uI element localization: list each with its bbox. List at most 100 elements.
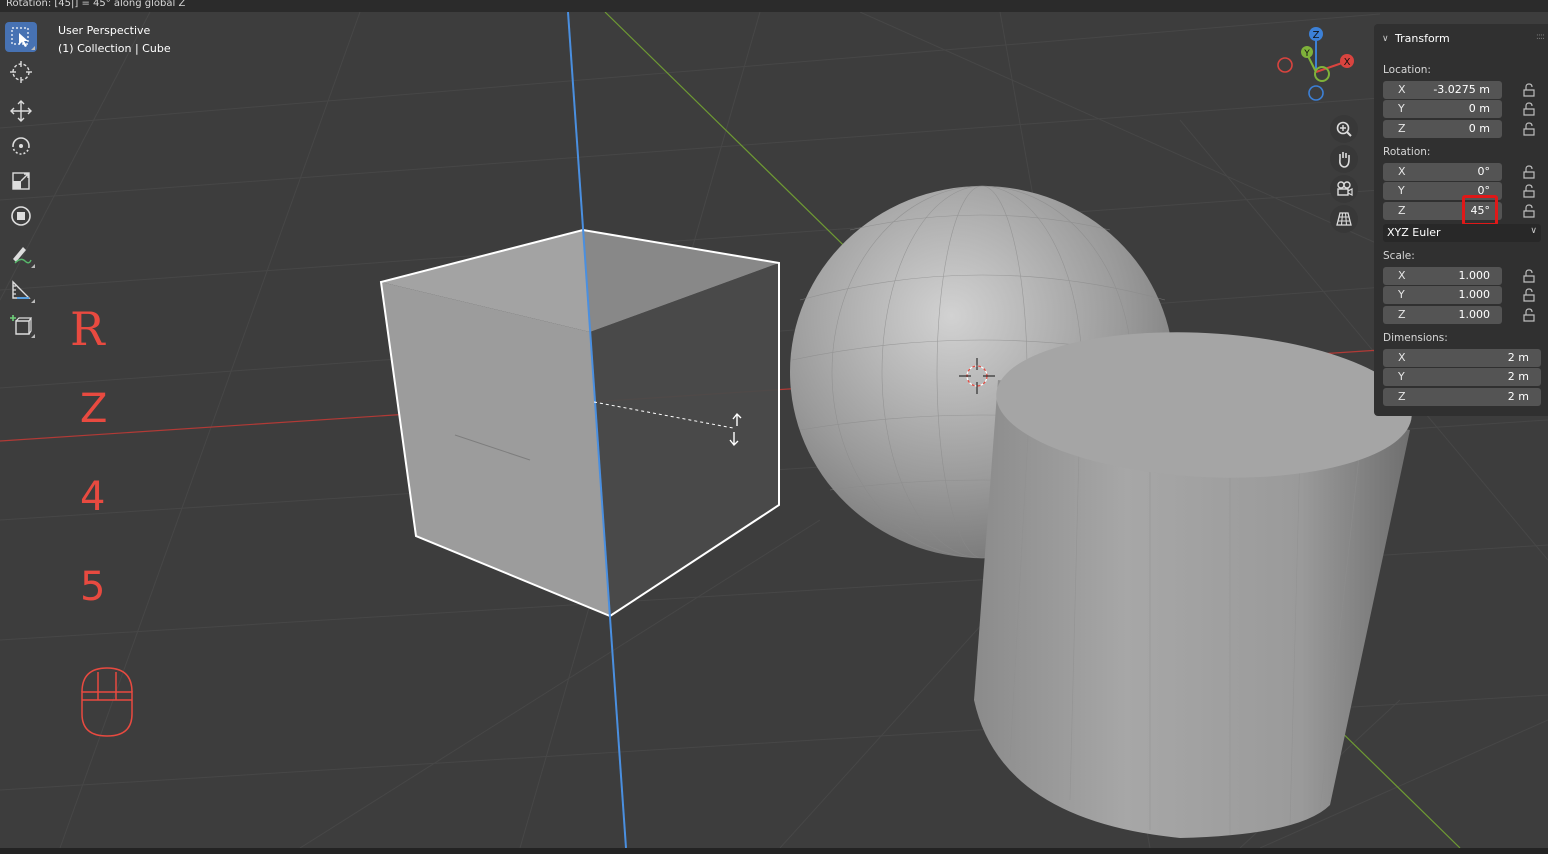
annotate-tool[interactable] xyxy=(5,240,37,270)
tool-shelf xyxy=(3,22,39,345)
field-value: 0 m xyxy=(1468,102,1490,115)
axis-label: X xyxy=(1398,269,1406,282)
cursor-icon xyxy=(10,61,32,83)
key-5: 5 xyxy=(80,564,106,610)
location-z-field[interactable]: Z 0 m xyxy=(1383,120,1502,138)
navigation-buttons xyxy=(1330,115,1358,235)
measure-tool[interactable] xyxy=(5,275,37,305)
dimensions-x-field[interactable]: X 2 m xyxy=(1383,349,1541,367)
rotation-z-highlight xyxy=(1462,195,1498,226)
axis-label: Z xyxy=(1398,122,1406,135)
annotate-icon xyxy=(13,247,32,264)
scene-canvas[interactable] xyxy=(0,12,1548,848)
chevron-down-icon: ∨ xyxy=(1382,33,1389,44)
rotate-icon xyxy=(12,137,30,155)
transform-title: Transform xyxy=(1395,32,1450,45)
measure-icon xyxy=(12,280,31,299)
camera-view-button[interactable] xyxy=(1330,175,1358,203)
perspective-toggle-button[interactable] xyxy=(1330,205,1358,233)
status-bar: Rotation: [45|] = 45° along global Z xyxy=(0,0,1548,12)
viewport-info: User Perspective (1) Collection | Cube xyxy=(58,22,171,58)
field-value: 0 m xyxy=(1468,122,1490,135)
chevron-down-icon: ∨ xyxy=(1530,226,1537,236)
lock-icon[interactable] xyxy=(1522,288,1536,302)
zoom-button[interactable] xyxy=(1330,115,1358,143)
key-4: 4 xyxy=(80,474,106,520)
location-y-field[interactable]: Y 0 m xyxy=(1383,100,1502,118)
gizmo-neg-z-icon[interactable] xyxy=(1308,85,1324,101)
move-icon xyxy=(10,100,32,122)
view-name: User Perspective xyxy=(58,24,151,37)
gizmo-z-label: Z xyxy=(1313,30,1320,41)
rotation-label: Rotation: xyxy=(1383,146,1431,158)
select-box-icon xyxy=(11,27,29,47)
key-z: Z xyxy=(80,386,108,432)
transform-panel-header[interactable]: ∨ Transform xyxy=(1382,32,1450,45)
location-x-field[interactable]: X -3.0275 m xyxy=(1383,81,1502,99)
scale-x-field[interactable]: X 1.000 xyxy=(1383,267,1502,285)
axis-label: Y xyxy=(1398,184,1405,197)
collection-line: (1) Collection | Cube xyxy=(58,42,171,55)
field-value: 1.000 xyxy=(1458,288,1491,301)
field-value: 1.000 xyxy=(1458,308,1491,321)
camera-icon xyxy=(1337,181,1353,196)
rotate-tool[interactable] xyxy=(5,131,37,161)
status-text: Rotation: [45|] = 45° along global Z xyxy=(6,0,186,9)
hand-icon xyxy=(1339,152,1350,168)
lock-icon[interactable] xyxy=(1522,102,1536,116)
scale-z-field[interactable]: Z 1.000 xyxy=(1383,306,1502,324)
cube-mesh[interactable] xyxy=(379,228,780,618)
gizmo-x-label: X xyxy=(1344,57,1351,68)
scale-label: Scale: xyxy=(1383,250,1415,262)
bottom-edge xyxy=(0,848,1548,854)
location-label: Location: xyxy=(1383,64,1431,76)
dimensions-z-field[interactable]: Z 2 m xyxy=(1383,388,1541,406)
navigation-gizmo[interactable]: Z Y X xyxy=(1272,24,1362,120)
pan-button[interactable] xyxy=(1330,145,1358,173)
field-value: 2 m xyxy=(1507,390,1529,403)
axis-label: Z xyxy=(1398,308,1406,321)
cursor-tool[interactable] xyxy=(5,57,37,87)
axis-label: X xyxy=(1398,351,1406,364)
lock-icon[interactable] xyxy=(1522,269,1536,283)
lock-icon[interactable] xyxy=(1522,83,1536,97)
scale-y-field[interactable]: Y 1.000 xyxy=(1383,286,1502,304)
field-value: 2 m xyxy=(1507,351,1529,364)
axis-label: Z xyxy=(1398,204,1406,217)
3d-viewport[interactable]: User Perspective (1) Collection | Cube R… xyxy=(0,12,1548,848)
axis-label: Z xyxy=(1398,390,1406,403)
lock-icon[interactable] xyxy=(1522,204,1536,218)
mouse-icon xyxy=(81,667,133,737)
rotation-x-field[interactable]: X 0° xyxy=(1383,163,1502,181)
lock-icon[interactable] xyxy=(1522,122,1536,136)
field-value: 2 m xyxy=(1507,370,1529,383)
transform-panel: ∨ Transform :::: Location: X -3.0275 m Y… xyxy=(1374,24,1548,416)
dimensions-y-field[interactable]: Y 2 m xyxy=(1383,368,1541,386)
drag-grip-icon[interactable]: :::: xyxy=(1536,32,1545,42)
axis-label: X xyxy=(1398,165,1406,178)
scale-tool[interactable] xyxy=(5,166,37,196)
select-box-tool[interactable] xyxy=(5,22,37,52)
dimensions-label: Dimensions: xyxy=(1383,332,1448,344)
lock-icon[interactable] xyxy=(1522,165,1536,179)
gizmo-neg-x-icon[interactable] xyxy=(1277,57,1293,73)
lock-icon[interactable] xyxy=(1522,184,1536,198)
add-cube-icon xyxy=(10,315,33,335)
transform-icon xyxy=(11,206,31,226)
transform-tool[interactable] xyxy=(5,201,37,231)
rotation-mode-value: XYZ Euler xyxy=(1387,226,1441,239)
field-value: 0° xyxy=(1477,165,1491,178)
zoom-icon xyxy=(1336,121,1352,137)
axis-label: Y xyxy=(1398,102,1405,115)
axis-label: X xyxy=(1398,83,1406,96)
lock-icon[interactable] xyxy=(1522,308,1536,322)
cylinder-mesh[interactable] xyxy=(974,322,1415,838)
key-r: R xyxy=(70,302,105,356)
gizmo-y-label: Y xyxy=(1303,49,1310,59)
move-tool[interactable] xyxy=(5,96,37,126)
field-value: -3.0275 m xyxy=(1433,83,1490,96)
grid-icon xyxy=(1336,212,1352,226)
axis-label: Y xyxy=(1398,370,1405,383)
rotation-mode-dropdown[interactable]: XYZ Euler ∨ xyxy=(1383,224,1541,242)
add-cube-tool[interactable] xyxy=(5,310,37,340)
